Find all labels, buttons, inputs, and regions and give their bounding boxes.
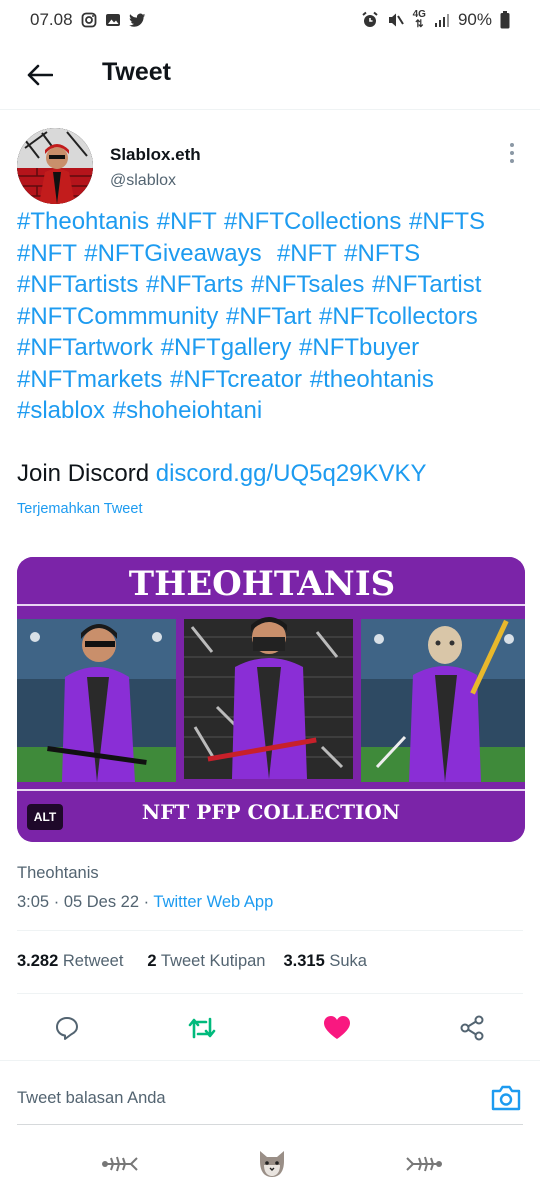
hashtag-line[interactable]: #slablox #shoheiohtani — [17, 395, 527, 427]
bottom-bar — [0, 1125, 540, 1200]
banner-subtitle: NFT PFP COLLECTION — [142, 800, 400, 824]
author-name[interactable]: Slablox.eth — [110, 145, 201, 165]
hashtag-line[interactable]: #NFTartists #NFTarts #NFTsales #NFTartis… — [17, 269, 527, 301]
camera-button[interactable] — [488, 1081, 524, 1115]
divider — [17, 993, 523, 994]
nft-panel-1 — [17, 619, 176, 782]
reply-input[interactable] — [17, 1085, 447, 1111]
nft-panel-2 — [184, 617, 353, 779]
alarm-icon — [361, 11, 379, 29]
hashtag-line[interactable]: #NFTCommmunity #NFTart #NFTcollectors — [17, 301, 527, 333]
nft-panel-3 — [361, 619, 525, 782]
reply-icon — [56, 1017, 78, 1040]
like-label: Suka — [329, 952, 367, 970]
source-app-link[interactable]: Twitter Web App — [153, 893, 273, 911]
tweet-hashtags: #Theohtanis #NFT #NFTCollections #NFTS #… — [17, 206, 527, 427]
like-count: 3.315 — [283, 952, 325, 970]
arrow-left-icon — [27, 64, 53, 86]
status-time: 07.08 — [30, 10, 73, 29]
retweet-button[interactable] — [185, 1011, 219, 1045]
fishbone-icon — [102, 1156, 138, 1172]
cat-face-button[interactable] — [252, 1147, 292, 1181]
cat-face-icon — [260, 1151, 284, 1177]
more-dot-icon — [510, 151, 514, 155]
alt-badge[interactable]: ALT — [27, 804, 63, 830]
gallery-icon — [105, 12, 121, 28]
author-avatar[interactable] — [17, 128, 93, 204]
divider — [0, 1060, 540, 1061]
mute-icon — [387, 11, 405, 29]
discord-link[interactable]: discord.gg/UQ5q29KVKY — [156, 460, 427, 487]
page-title: Tweet — [102, 58, 171, 86]
back-button[interactable] — [22, 57, 58, 93]
tweet-stats: 3.282 Retweet 2 Tweet Kutipan 3.315 Suka — [17, 952, 367, 971]
battery-icon — [500, 11, 510, 29]
tweet-actions — [0, 1005, 540, 1051]
divider — [17, 930, 523, 931]
discord-label: Join Discord — [17, 460, 150, 487]
share-button[interactable] — [455, 1011, 489, 1045]
discord-line: Join Discord discord.gg/UQ5q29KVKY — [17, 460, 427, 488]
quote-label: Tweet Kutipan — [160, 952, 266, 970]
fishbone-icon — [406, 1156, 442, 1172]
retweet-icon — [188, 1017, 216, 1039]
tweet-date: 05 Des 22 — [63, 893, 140, 911]
tweet-meta: 3:05 · 05 Des 22 · Twitter Web App — [17, 893, 273, 912]
translate-tweet-link[interactable]: Terjemahkan Tweet — [17, 501, 142, 517]
fishbone-button-2[interactable] — [404, 1147, 444, 1181]
camera-icon — [491, 1085, 521, 1111]
banner-title: THEOHTANIS — [129, 564, 395, 604]
status-bar: 07.08 4G ⇅ 90% — [0, 0, 540, 40]
instagram-icon — [81, 12, 97, 28]
twitter-icon — [128, 13, 146, 28]
battery-percent: 90% — [457, 10, 492, 29]
network-icon: 4G ⇅ — [413, 10, 426, 30]
fishbone-button[interactable] — [100, 1147, 140, 1181]
retweet-stat[interactable]: 3.282 Retweet — [17, 952, 123, 971]
app-header: Tweet — [0, 40, 540, 110]
source-name: Theohtanis — [17, 864, 99, 882]
more-dot-icon — [510, 143, 514, 147]
more-dot-icon — [510, 159, 514, 163]
more-options-button[interactable] — [500, 140, 524, 166]
hashtag-line[interactable]: #NFTmarkets #NFTcreator #theohtanis — [17, 364, 527, 396]
separator: · — [143, 893, 150, 911]
separator: · — [53, 893, 60, 911]
retweet-label: Retweet — [62, 952, 124, 970]
quote-count: 2 — [147, 952, 157, 970]
hashtag-line[interactable]: #Theohtanis #NFT #NFTCollections #NFTS — [17, 206, 527, 238]
tweet-time: 3:05 — [17, 893, 50, 911]
hashtag-line[interactable]: #NFTartwork #NFTgallery #NFTbuyer — [17, 332, 527, 364]
retweet-count: 3.282 — [17, 952, 59, 970]
author-handle[interactable]: @slablox — [110, 172, 176, 190]
like-icon — [324, 1016, 350, 1039]
share-icon — [460, 1015, 484, 1041]
reply-button[interactable] — [50, 1011, 84, 1045]
hashtag-line[interactable]: #NFT #NFTGiveaways #NFT #NFTS — [17, 238, 527, 270]
data-arrows-icon: ⇅ — [415, 19, 424, 30]
like-button[interactable] — [320, 1011, 354, 1045]
like-stat[interactable]: 3.315 Suka — [283, 952, 367, 971]
quote-stat[interactable]: 2 Tweet Kutipan — [147, 952, 265, 971]
tweet-image[interactable]: THEOHTANIS NFT PFP COLLECTION ALT — [17, 557, 525, 842]
signal-icon — [434, 12, 450, 28]
